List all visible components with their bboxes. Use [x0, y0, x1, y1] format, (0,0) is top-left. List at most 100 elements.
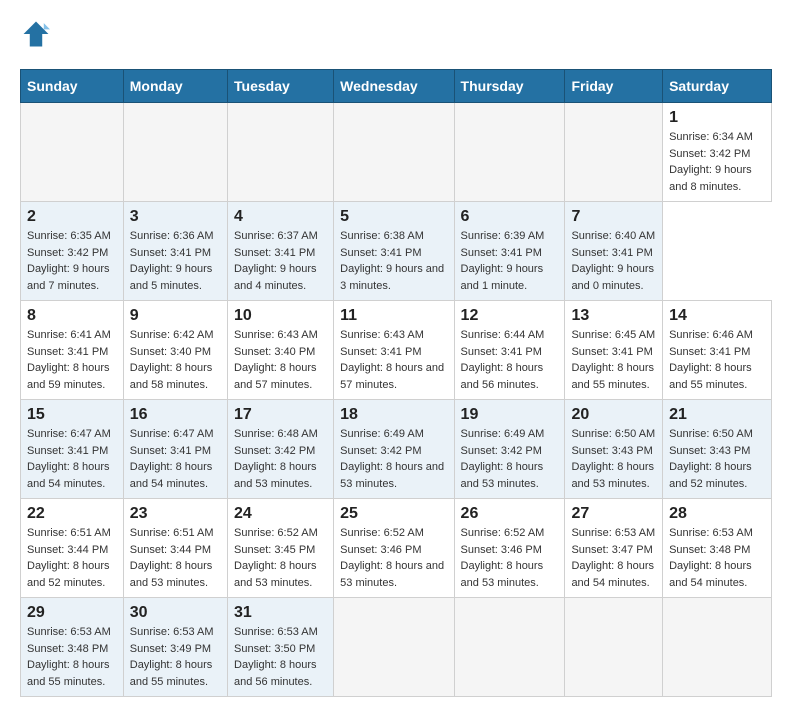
day-number: 21 — [669, 406, 765, 424]
day-number: 15 — [27, 406, 117, 424]
day-cell-4: 4 Sunrise: 6:37 AMSunset: 3:41 PMDaylight… — [228, 202, 334, 301]
day-number: 12 — [461, 307, 559, 325]
week-row-3: 8Sunrise: 6:41 AMSunset: 3:41 PMDaylight… — [21, 301, 772, 400]
day-cell-10: 10Sunrise: 6:43 AMSunset: 3:40 PMDayligh… — [228, 301, 334, 400]
day-cell-19: 19Sunrise: 6:49 AMSunset: 3:42 PMDayligh… — [454, 400, 565, 499]
empty-cell — [663, 598, 772, 697]
day-detail: Sunrise: 6:47 AMSunset: 3:41 PMDaylight:… — [130, 426, 221, 492]
day-number: 28 — [669, 505, 765, 523]
day-number: 25 — [340, 505, 447, 523]
empty-cell — [565, 598, 663, 697]
week-row-2: 2Sunrise: 6:35 AMSunset: 3:42 PMDaylight… — [21, 202, 772, 301]
day-cell-17: 17 Sunrise: 6:48 AMSunset: 3:42 PMDayligh… — [228, 400, 334, 499]
day-detail: Sunrise: 6:50 AMSunset: 3:43 PMDaylight:… — [571, 426, 656, 492]
week-row-1: 1 Sunrise: 6:34 AMSunset: 3:42 PMDaylight… — [21, 103, 772, 202]
day-detail: Sunrise: 6:52 AMSunset: 3:46 PMDaylight:… — [340, 525, 447, 591]
day-detail: Sunrise: 6:44 AMSunset: 3:41 PMDaylight:… — [461, 327, 559, 393]
day-number: 29 — [27, 604, 117, 622]
empty-cell — [334, 103, 454, 202]
day-cell-13: 13 Sunrise: 6:45 AMSunset: 3:41 PMDayligh… — [565, 301, 663, 400]
day-detail: Sunrise: 6:38 AMSunset: 3:41 PMDaylight:… — [340, 228, 447, 294]
day-cell-12: 12 Sunrise: 6:44 AMSunset: 3:41 PMDayligh… — [454, 301, 565, 400]
day-detail: Sunrise: 6:45 AMSunset: 3:41 PMDaylight:… — [571, 327, 656, 393]
day-cell-1: 1 Sunrise: 6:34 AMSunset: 3:42 PMDaylight… — [663, 103, 772, 202]
day-cell-24: 24Sunrise: 6:52 AMSunset: 3:45 PMDayligh… — [228, 499, 334, 598]
day-detail: Sunrise: 6:36 AMSunset: 3:41 PMDaylight:… — [130, 228, 221, 294]
day-cell-28: 28 Sunrise: 6:53 AMSunset: 3:48 PMDayligh… — [663, 499, 772, 598]
day-detail: Sunrise: 6:52 AMSunset: 3:46 PMDaylight:… — [461, 525, 559, 591]
page-header — [20, 20, 772, 53]
day-number: 30 — [130, 604, 221, 622]
week-row-4: 15 Sunrise: 6:47 AMSunset: 3:41 PMDayligh… — [21, 400, 772, 499]
day-detail: Sunrise: 6:49 AMSunset: 3:42 PMDaylight:… — [461, 426, 559, 492]
empty-cell — [334, 598, 454, 697]
day-detail: Sunrise: 6:42 AMSunset: 3:40 PMDaylight:… — [130, 327, 221, 393]
day-cell-20: 20 Sunrise: 6:50 AMSunset: 3:43 PMDayligh… — [565, 400, 663, 499]
day-cell-9: 9 Sunrise: 6:42 AMSunset: 3:40 PMDaylight… — [123, 301, 227, 400]
day-detail: Sunrise: 6:47 AMSunset: 3:41 PMDaylight:… — [27, 426, 117, 492]
day-number: 22 — [27, 505, 117, 523]
col-header-tuesday: Tuesday — [228, 70, 334, 103]
col-header-friday: Friday — [565, 70, 663, 103]
day-number: 20 — [571, 406, 656, 424]
day-detail: Sunrise: 6:53 AMSunset: 3:48 PMDaylight:… — [27, 624, 117, 690]
day-cell-14: 14Sunrise: 6:46 AMSunset: 3:41 PMDayligh… — [663, 301, 772, 400]
week-row-5: 22 Sunrise: 6:51 AMSunset: 3:44 PMDayligh… — [21, 499, 772, 598]
day-number: 6 — [461, 208, 559, 226]
day-number: 2 — [27, 208, 117, 226]
col-header-sunday: Sunday — [21, 70, 124, 103]
empty-cell — [454, 103, 565, 202]
empty-cell — [123, 103, 227, 202]
day-detail: Sunrise: 6:43 AMSunset: 3:41 PMDaylight:… — [340, 327, 447, 393]
day-cell-21: 21 Sunrise: 6:50 AMSunset: 3:43 PMDayligh… — [663, 400, 772, 499]
day-number: 4 — [234, 208, 327, 226]
day-cell-29: 29 Sunrise: 6:53 AMSunset: 3:48 PMDayligh… — [21, 598, 124, 697]
day-number: 13 — [571, 307, 656, 325]
day-cell-16: 16 Sunrise: 6:47 AMSunset: 3:41 PMDayligh… — [123, 400, 227, 499]
day-number: 14 — [669, 307, 765, 325]
day-detail: Sunrise: 6:53 AMSunset: 3:48 PMDaylight:… — [669, 525, 765, 591]
empty-cell — [454, 598, 565, 697]
day-number: 26 — [461, 505, 559, 523]
day-cell-2: 2Sunrise: 6:35 AMSunset: 3:42 PMDaylight… — [21, 202, 124, 301]
day-detail: Sunrise: 6:41 AMSunset: 3:41 PMDaylight:… — [27, 327, 117, 393]
day-number: 1 — [669, 109, 765, 127]
day-cell-23: 23Sunrise: 6:51 AMSunset: 3:44 PMDayligh… — [123, 499, 227, 598]
day-detail: Sunrise: 6:37 AMSunset: 3:41 PMDaylight:… — [234, 228, 327, 294]
day-detail: Sunrise: 6:50 AMSunset: 3:43 PMDaylight:… — [669, 426, 765, 492]
day-number: 31 — [234, 604, 327, 622]
day-detail: Sunrise: 6:52 AMSunset: 3:45 PMDaylight:… — [234, 525, 327, 591]
day-cell-8: 8Sunrise: 6:41 AMSunset: 3:41 PMDaylight… — [21, 301, 124, 400]
day-cell-18: 18Sunrise: 6:49 AMSunset: 3:42 PMDayligh… — [334, 400, 454, 499]
empty-cell — [565, 103, 663, 202]
empty-cell — [228, 103, 334, 202]
day-cell-11: 11Sunrise: 6:43 AMSunset: 3:41 PMDayligh… — [334, 301, 454, 400]
day-number: 7 — [571, 208, 656, 226]
day-cell-30: 30 Sunrise: 6:53 AMSunset: 3:49 PMDayligh… — [123, 598, 227, 697]
day-number: 16 — [130, 406, 221, 424]
day-cell-31: 31Sunrise: 6:53 AMSunset: 3:50 PMDayligh… — [228, 598, 334, 697]
day-detail: Sunrise: 6:48 AMSunset: 3:42 PMDaylight:… — [234, 426, 327, 492]
day-detail: Sunrise: 6:34 AMSunset: 3:42 PMDaylight:… — [669, 129, 765, 195]
day-cell-26: 26 Sunrise: 6:52 AMSunset: 3:46 PMDayligh… — [454, 499, 565, 598]
col-header-wednesday: Wednesday — [334, 70, 454, 103]
logo — [20, 20, 54, 53]
day-number: 3 — [130, 208, 221, 226]
day-cell-27: 27Sunrise: 6:53 AMSunset: 3:47 PMDayligh… — [565, 499, 663, 598]
day-number: 17 — [234, 406, 327, 424]
day-number: 18 — [340, 406, 447, 424]
day-number: 5 — [340, 208, 447, 226]
day-number: 9 — [130, 307, 221, 325]
day-cell-7: 7 Sunrise: 6:40 AMSunset: 3:41 PMDaylight… — [565, 202, 663, 301]
day-cell-5: 5 Sunrise: 6:38 AMSunset: 3:41 PMDaylight… — [334, 202, 454, 301]
week-row-6: 29 Sunrise: 6:53 AMSunset: 3:48 PMDayligh… — [21, 598, 772, 697]
day-cell-6: 6 Sunrise: 6:39 AMSunset: 3:41 PMDaylight… — [454, 202, 565, 301]
day-detail: Sunrise: 6:40 AMSunset: 3:41 PMDaylight:… — [571, 228, 656, 294]
day-detail: Sunrise: 6:53 AMSunset: 3:49 PMDaylight:… — [130, 624, 221, 690]
day-detail: Sunrise: 6:39 AMSunset: 3:41 PMDaylight:… — [461, 228, 559, 294]
day-detail: Sunrise: 6:51 AMSunset: 3:44 PMDaylight:… — [27, 525, 117, 591]
calendar-table: SundayMondayTuesdayWednesdayThursdayFrid… — [20, 69, 772, 697]
day-cell-25: 25 Sunrise: 6:52 AMSunset: 3:46 PMDayligh… — [334, 499, 454, 598]
day-detail: Sunrise: 6:53 AMSunset: 3:47 PMDaylight:… — [571, 525, 656, 591]
header-row: SundayMondayTuesdayWednesdayThursdayFrid… — [21, 70, 772, 103]
